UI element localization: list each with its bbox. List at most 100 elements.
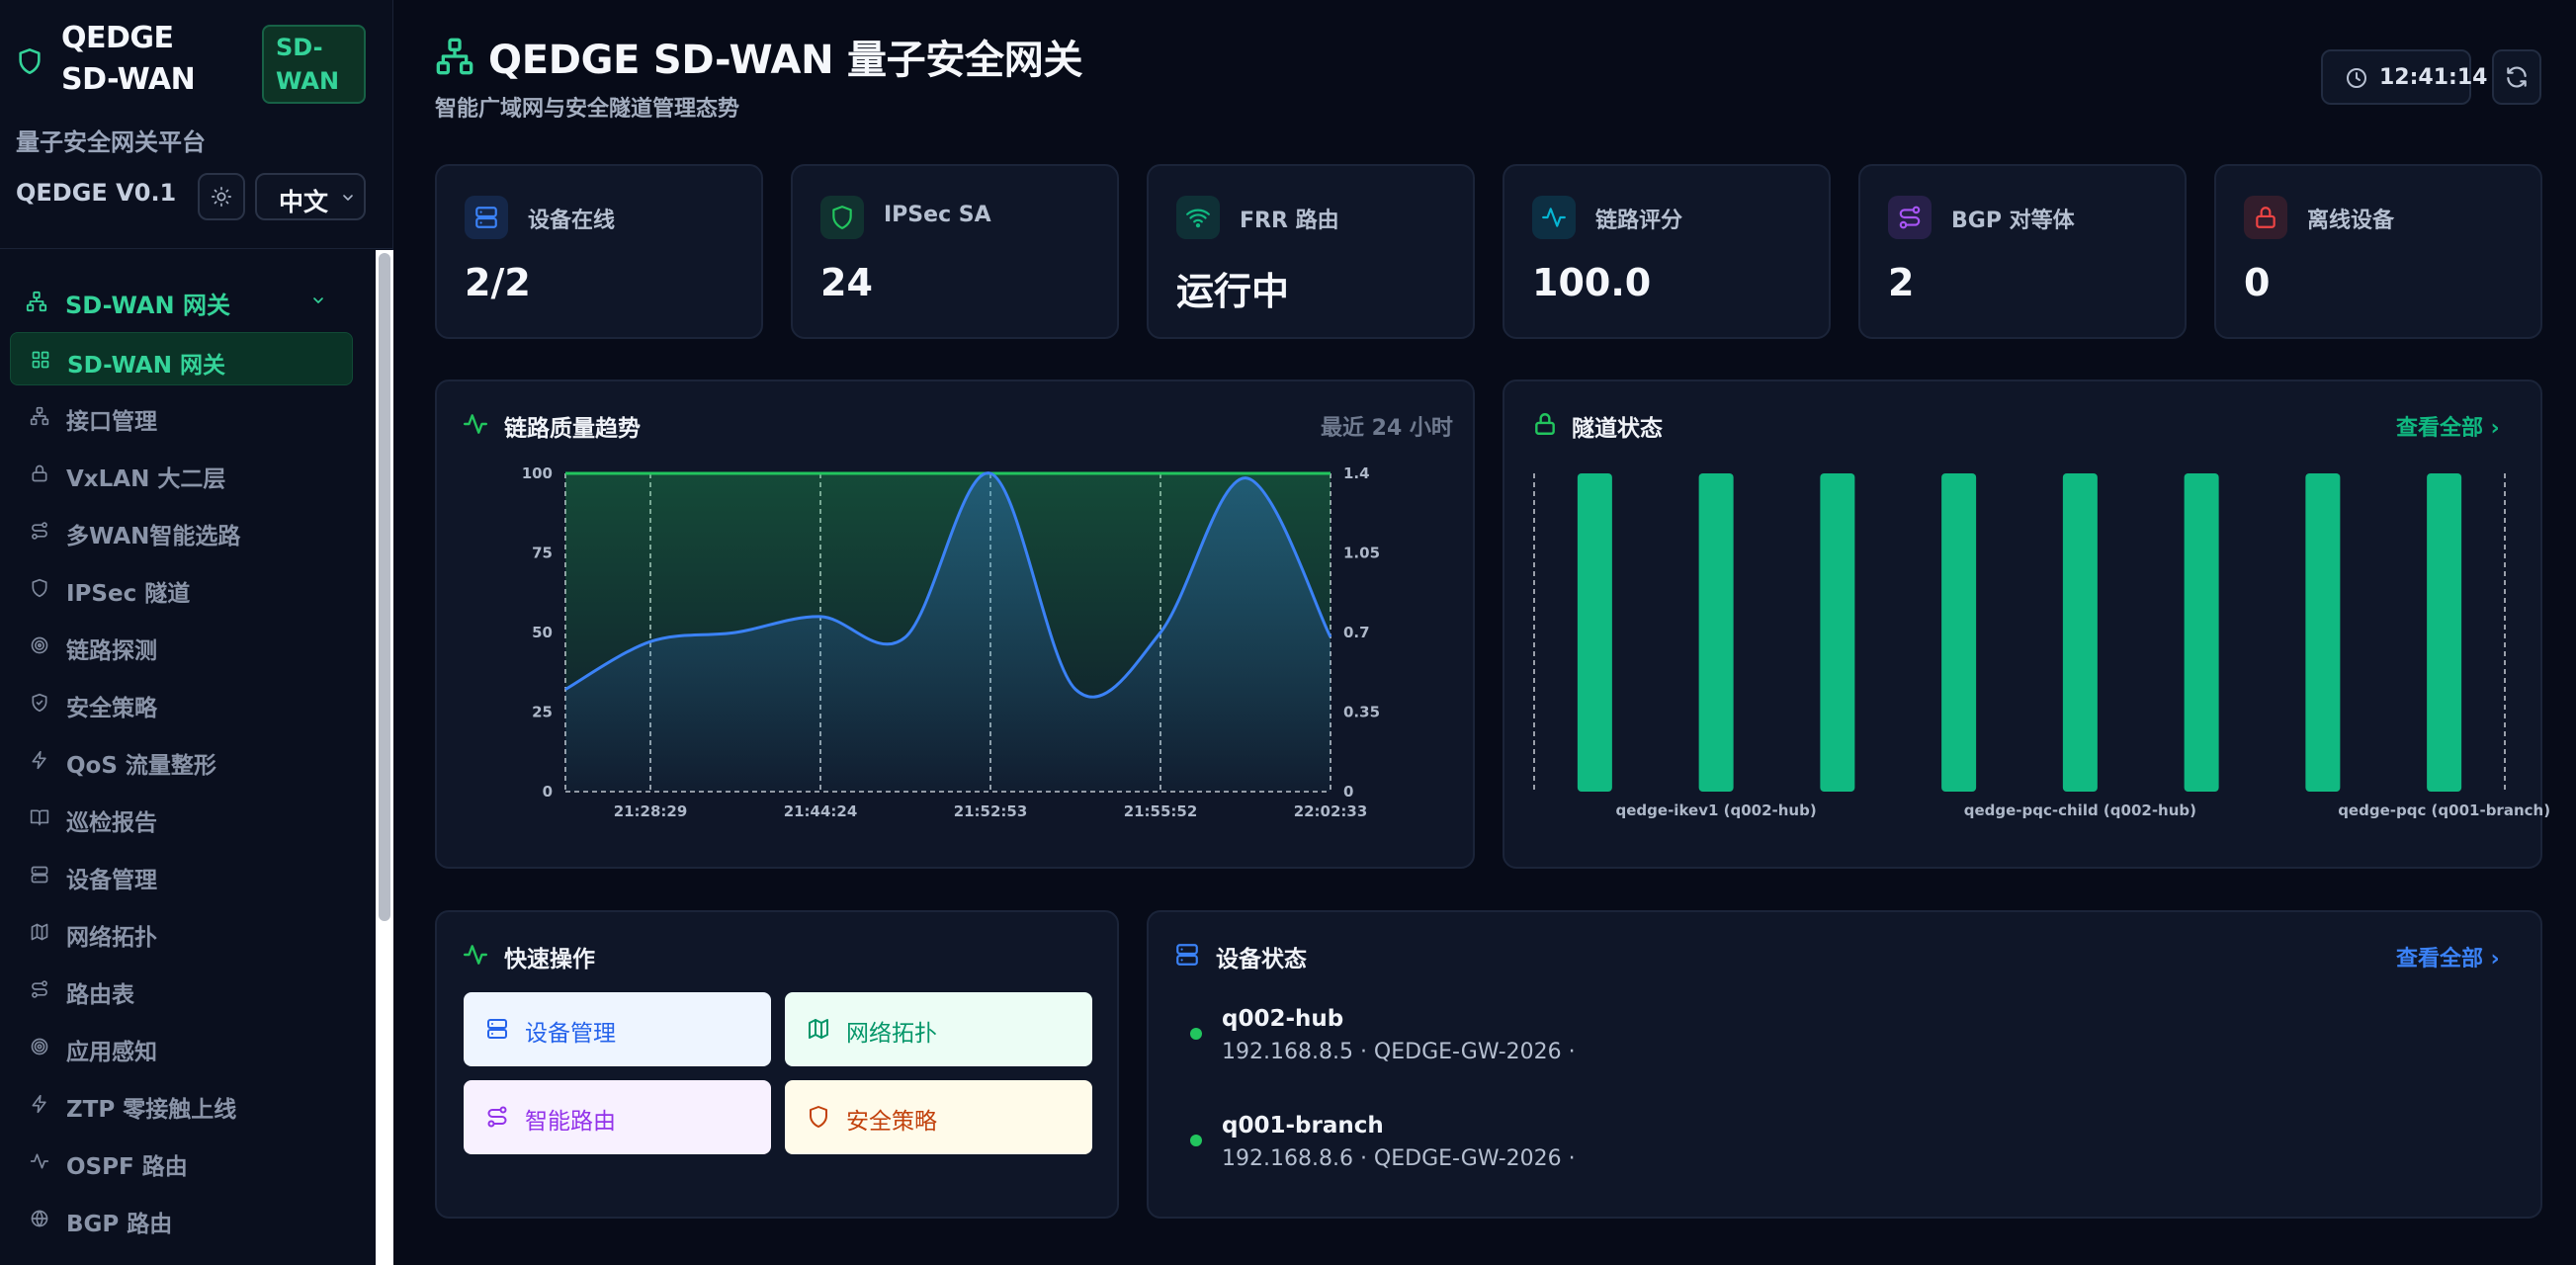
sidebar-item[interactable]: SD-WAN 网关	[10, 332, 353, 385]
sidebar-item-label: BGP 路由	[66, 1212, 173, 1237]
clock-display: 12:41:14	[2321, 49, 2487, 105]
stat-card: 设备在线 2/2	[435, 164, 763, 339]
stat-card: 离线设备 0	[2214, 164, 2542, 339]
status-dot	[1190, 1028, 1202, 1040]
stat-card: BGP 对等体 2	[1858, 164, 2187, 339]
status-dot	[1190, 1135, 1202, 1146]
tunnel-bar	[2062, 473, 2098, 792]
activity-icon	[30, 1151, 49, 1171]
stat-value: 2/2	[465, 261, 531, 304]
quick-action-button[interactable]: 网络拓扑	[785, 992, 1092, 1066]
tunnel-bar	[2184, 473, 2219, 792]
sidebar-item-label: 多WAN智能选路	[66, 524, 241, 549]
sidebar-item[interactable]: ZTP 零接触上线	[10, 1077, 353, 1131]
zap-icon	[30, 750, 49, 770]
stat-value: 24	[820, 261, 873, 304]
sidebar-item[interactable]: 接口管理	[10, 389, 353, 443]
server-icon	[485, 1017, 509, 1041]
sidebar-item[interactable]: 路由表	[10, 963, 353, 1016]
quick-action-button[interactable]: 安全策略	[785, 1080, 1092, 1154]
device-view-all-link[interactable]: 查看全部 ›	[2396, 941, 2500, 972]
stat-card: IPSec SA 24	[791, 164, 1119, 339]
tunnel-bar	[2305, 473, 2341, 792]
sidebar-item[interactable]: IPSec 隧道	[10, 561, 353, 615]
server-icon	[1174, 942, 1200, 968]
y-left-tick-label: 75	[532, 545, 553, 562]
globe-icon	[30, 1209, 49, 1228]
sidebar-item[interactable]: 巡检报告	[10, 791, 353, 844]
y-right-tick-label: 0	[1343, 783, 1353, 801]
device-meta: 192.168.8.5 · QEDGE-GW-2026 ·	[1222, 1040, 1576, 1064]
sidebar: QEDGE SD-WAN SD-WAN 量子安全网关平台 QEDGE V0.1 …	[0, 0, 393, 1265]
sidebar-item[interactable]: VxLAN 大二层	[10, 447, 353, 500]
sidebar-item[interactable]: 网络拓扑	[10, 905, 353, 959]
refresh-icon	[2504, 64, 2530, 90]
sidebar-item-label: IPSec 隧道	[66, 581, 191, 607]
quick-action-button[interactable]: 设备管理	[464, 992, 771, 1066]
device-name: q002-hub	[1222, 1006, 1344, 1032]
brand-header: QEDGE SD-WAN SD-WAN 量子安全网关平台 QEDGE V0.1 …	[0, 0, 393, 249]
sidebar-item-label: 应用感知	[66, 1040, 157, 1065]
network-icon	[435, 37, 474, 76]
y-right-tick-label: 0.35	[1343, 704, 1380, 721]
sidebar-item[interactable]: 安全策略	[10, 676, 353, 729]
x-tick-label: qedge-pqc (q001-branch)	[2338, 801, 2550, 819]
quick-actions-title: 快速操作	[504, 947, 595, 972]
sidebar-item-label: 接口管理	[66, 409, 157, 435]
page-title: QEDGE SD-WAN 量子安全网关	[488, 38, 1083, 83]
device-status-panel: 设备状态 查看全部 › q002-hub 192.168.8.5 · QEDGE-…	[1147, 910, 2542, 1219]
device-name: q001-branch	[1222, 1113, 1384, 1138]
language-select[interactable]: 中文	[255, 173, 366, 220]
lock-icon	[30, 464, 49, 483]
shield-check-icon	[30, 693, 49, 713]
sidebar-scroll-thumb[interactable]	[379, 253, 390, 921]
language-value: 中文	[279, 188, 329, 216]
activity-icon	[463, 942, 488, 968]
quick-actions-panel: 快速操作 设备管理 网络拓扑智能路由 安全策略	[435, 910, 1119, 1219]
server-icon	[465, 196, 508, 239]
y-left-tick-label: 100	[522, 464, 553, 482]
tunnel-bar	[2427, 473, 2462, 792]
link-quality-panel: 链路质量趋势 最近 24 小时 0 25 50 75 100 0 0.35 0.7 1.05 1.…	[435, 380, 1475, 869]
chevron-down-icon	[340, 190, 356, 206]
book-icon	[30, 807, 49, 827]
device-meta: 192.168.8.6 · QEDGE-GW-2026 ·	[1222, 1146, 1576, 1171]
map-icon	[807, 1017, 830, 1041]
sidebar-item[interactable]: 应用感知	[10, 1020, 353, 1073]
route-icon	[30, 979, 49, 999]
route-icon	[485, 1105, 509, 1129]
y-right-tick-label: 1.4	[1343, 464, 1370, 482]
brand-badge: SD-WAN	[262, 25, 366, 104]
wifi-icon	[1176, 196, 1220, 239]
sidebar-item[interactable]: QoS 流量整形	[10, 733, 353, 787]
stat-label: 设备在线	[528, 209, 616, 233]
sidebar-item-label: 安全策略	[66, 696, 157, 721]
grid-icon	[31, 350, 50, 370]
x-tick-label: 21:52:53	[954, 802, 1028, 820]
sidebar-item[interactable]: 链路探测	[10, 619, 353, 672]
tunnel-bar	[1698, 473, 1734, 792]
quick-action-label: 智能路由	[525, 1109, 616, 1135]
y-right-tick-label: 1.05	[1343, 545, 1380, 562]
sidebar-item[interactable]: BGP 路由	[10, 1192, 353, 1245]
sidebar-nav: SD-WAN 网关 SD-WAN 网关接口管理 VxLAN 大二层 多WAN智能选路…	[0, 250, 376, 1265]
stat-value: 100.0	[1532, 261, 1652, 304]
sidebar-item-label: VxLAN 大二层	[66, 466, 226, 492]
sidebar-item[interactable]: 设备管理	[10, 848, 353, 901]
version-label: QEDGE V0.1	[16, 179, 177, 207]
sidebar-item-label: OSPF 路由	[66, 1154, 188, 1180]
clock-time: 12:41:14	[2379, 65, 2488, 90]
sidebar-item-label: 网络拓扑	[66, 925, 157, 951]
stat-label: 链路评分	[1595, 209, 1683, 233]
tunnel-status-panel: 隧道状态 查看全部 › qedge-ikev1 (q002-hub) qedge-…	[1503, 380, 2550, 869]
x-tick-label: qedge-ikev1 (q002-hub)	[1616, 801, 1817, 819]
sidebar-item[interactable]: OSPF 路由	[10, 1135, 353, 1188]
stat-value: 2	[1888, 261, 1915, 304]
nav-group-sdwan[interactable]: SD-WAN 网关	[10, 276, 361, 325]
stat-label: FRR 路由	[1240, 209, 1339, 233]
link-quality-chart: 0 25 50 75 100 0 0.35 0.7 1.05 1.4 21:28:29 21:44:2…	[522, 464, 1380, 820]
quick-action-button[interactable]: 智能路由	[464, 1080, 771, 1154]
theme-toggle-button[interactable]	[198, 173, 245, 220]
sidebar-item[interactable]: 多WAN智能选路	[10, 504, 353, 557]
refresh-button[interactable]	[2492, 49, 2541, 105]
